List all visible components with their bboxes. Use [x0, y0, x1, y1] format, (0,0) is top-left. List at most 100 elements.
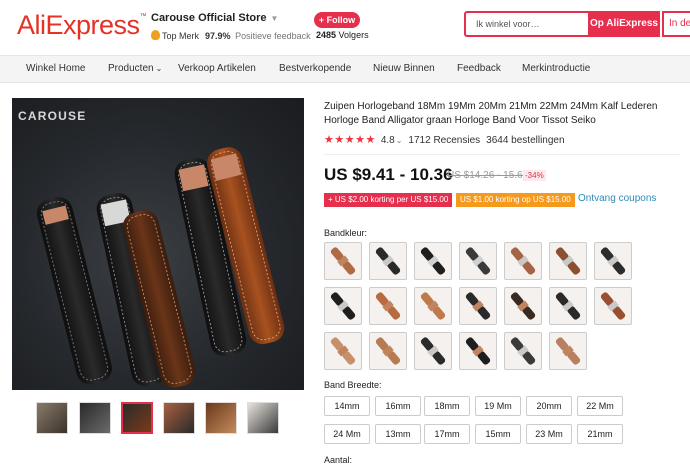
watch-strap-icon: [465, 292, 491, 320]
watch-strap-icon: [555, 247, 581, 275]
watch-strap-icon: [420, 337, 446, 365]
top-brand-badge: Top Merk: [162, 31, 200, 41]
watch-strap-icon: [600, 292, 626, 320]
select-coupon-badge[interactable]: US $1.00 korting op US $15.00: [456, 193, 575, 207]
color-swatch[interactable]: [369, 332, 407, 370]
search-aliexpress-button[interactable]: Op AliExpress: [588, 11, 660, 37]
color-swatch[interactable]: [414, 242, 452, 280]
color-swatch[interactable]: [504, 332, 542, 370]
color-swatch[interactable]: [549, 287, 587, 325]
original-price: US $14.26 - 15.69: [447, 170, 529, 181]
nav-item-brand-intro[interactable]: Merkintroductie: [522, 63, 590, 74]
thumbnail-6[interactable]: [247, 402, 279, 434]
watch-straps-illustration: [36, 147, 285, 388]
watch-strap-icon: [375, 247, 401, 275]
site-header: AliExpress™ Carouse Official Store ▼ Top …: [0, 0, 690, 55]
feedback-percentage: 97.9%: [205, 31, 231, 41]
search-input[interactable]: [466, 13, 588, 35]
logo-text: AliExpress: [17, 10, 140, 40]
nav-item-new[interactable]: Nieuw Binnen: [373, 63, 435, 74]
divider: [324, 154, 680, 155]
product-title: Zuipen Horlogeband 18Mm 19Mm 20Mm 21Mm 2…: [324, 101, 658, 126]
thumbnail-2[interactable]: [79, 402, 111, 434]
width-label: Band Breedte:: [324, 380, 382, 390]
watch-strap-icon: [510, 292, 536, 320]
watch-strap-icon: [600, 247, 626, 275]
get-coupons-link[interactable]: Ontvang coupons: [578, 193, 656, 204]
color-swatch[interactable]: [594, 287, 632, 325]
store-name-text: Carouse Official Store: [151, 12, 267, 24]
chevron-down-icon: ⌄: [155, 64, 163, 73]
watch-strap-icon: [330, 337, 356, 365]
store-nav: Winkel Home Producten ⌄ Verkoop Artikelen…: [0, 55, 690, 83]
color-swatch[interactable]: [549, 332, 587, 370]
rating-row: ★★★★★ 4.8⌄ 1712 Recensies 3644 bestellingen: [324, 133, 565, 146]
watch-strap-icon: [420, 247, 446, 275]
color-swatch[interactable]: [324, 242, 362, 280]
current-price: US $9.41 - 10.36: [324, 165, 453, 184]
color-swatch[interactable]: [369, 287, 407, 325]
thumbnail-5[interactable]: [205, 402, 237, 434]
store-coupon-badge[interactable]: + US $2.00 korting per US $15.00: [324, 193, 453, 207]
size-option[interactable]: 23 Mm: [526, 424, 572, 444]
color-swatch[interactable]: [459, 332, 497, 370]
nav-item-bestsellers[interactable]: Bestverkopende: [279, 63, 351, 74]
color-label: Bandkleur:: [324, 228, 368, 238]
size-option[interactable]: 20mm: [526, 396, 572, 416]
follow-button[interactable]: + Follow: [314, 12, 360, 28]
watch-strap-icon: [330, 247, 356, 275]
color-swatch[interactable]: [504, 242, 542, 280]
search-store-button[interactable]: In de: [662, 11, 690, 37]
feedback-label: Positieve feedback: [235, 31, 311, 41]
size-option[interactable]: 17mm: [424, 424, 470, 444]
nav-products-label: Producten: [108, 63, 154, 74]
orders-count: 3644 bestellingen: [486, 135, 565, 146]
thumbnail-3[interactable]: [121, 402, 153, 434]
rating-stars: ★★★★★: [324, 134, 376, 146]
watch-strap-icon: [510, 337, 536, 365]
main-product-image[interactable]: CAROUSE: [12, 98, 304, 390]
chevron-down-icon: ▼: [270, 14, 279, 23]
watch-strap-icon: [420, 292, 446, 320]
store-rating-line: Top Merk 97.9% Positieve feedback: [151, 30, 311, 41]
color-swatch[interactable]: [459, 287, 497, 325]
chevron-down-icon[interactable]: ⌄: [396, 136, 403, 145]
nav-item-home[interactable]: Winkel Home: [26, 63, 85, 74]
size-option[interactable]: 22 Mm: [577, 396, 623, 416]
color-swatch[interactable]: [549, 242, 587, 280]
thumbnail-4[interactable]: [163, 402, 195, 434]
nav-item-products[interactable]: Producten ⌄: [108, 63, 162, 74]
store-name[interactable]: Carouse Official Store ▼: [151, 12, 278, 24]
watch-strap-icon: [465, 247, 491, 275]
medal-icon: [151, 30, 160, 40]
color-swatch[interactable]: [414, 287, 452, 325]
nav-item-feedback[interactable]: Feedback: [457, 63, 501, 74]
thumbnail-1[interactable]: [36, 402, 68, 434]
color-swatch[interactable]: [504, 287, 542, 325]
size-option[interactable]: 24 Mm: [324, 424, 370, 444]
rating-value: 4.8: [380, 135, 395, 146]
size-option[interactable]: 18mm: [424, 396, 470, 416]
size-option[interactable]: 15mm: [475, 424, 521, 444]
size-option[interactable]: 21mm: [577, 424, 623, 444]
discount-badge: -34%: [523, 170, 546, 181]
size-option[interactable]: 13mm: [375, 424, 421, 444]
aliexpress-logo[interactable]: AliExpress™: [17, 10, 147, 41]
watch-strap-icon: [510, 247, 536, 275]
watch-strap-icon: [555, 337, 581, 365]
color-swatch[interactable]: [324, 287, 362, 325]
nav-item-sale[interactable]: Verkoop Artikelen: [178, 63, 256, 74]
color-swatch[interactable]: [459, 242, 497, 280]
color-swatch[interactable]: [594, 242, 632, 280]
color-swatch[interactable]: [414, 332, 452, 370]
watch-strap-icon: [375, 292, 401, 320]
followers-count: 2485 Volgers: [316, 30, 369, 40]
color-swatch[interactable]: [369, 242, 407, 280]
size-option[interactable]: 19 Mm: [475, 396, 521, 416]
size-option[interactable]: 16mm: [375, 396, 421, 416]
color-swatch[interactable]: [324, 332, 362, 370]
reviews-link[interactable]: 1712 Recensies: [408, 135, 480, 146]
watch-strap-icon: [375, 337, 401, 365]
size-option[interactable]: 14mm: [324, 396, 370, 416]
followers-number: 2485: [316, 30, 337, 40]
